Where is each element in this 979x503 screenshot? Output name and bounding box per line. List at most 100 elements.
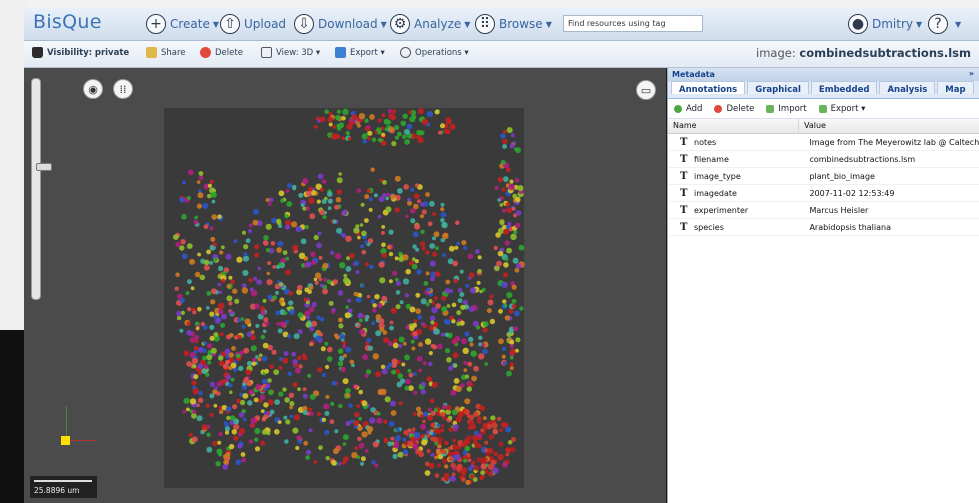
cell-point: [402, 341, 407, 346]
cell-point: [432, 236, 436, 241]
cell-point: [338, 403, 343, 409]
cell-point: [387, 340, 393, 347]
cell-point: [236, 398, 241, 404]
browse-menu-button[interactable]: ⠿ Browse ▼: [475, 12, 552, 36]
add-annotation-button[interactable]: Add: [674, 104, 702, 114]
visibility-toggle[interactable]: Visibility: private: [32, 47, 129, 58]
cell-point: [360, 283, 365, 288]
cell-point: [448, 415, 453, 420]
tab-embedded[interactable]: Embedded: [810, 81, 878, 95]
cell-point: [278, 262, 283, 267]
column-header-value[interactable]: Value: [799, 119, 979, 133]
cell-point: [209, 412, 214, 417]
image-toolbar: Visibility: private Share Delete View: 3…: [24, 41, 979, 68]
upload-button[interactable]: ⇧ Upload: [220, 12, 286, 36]
export-menu[interactable]: Export ▾: [335, 47, 385, 58]
axis-y-indicator: [66, 406, 67, 438]
annotation-row[interactable]: Tnotes Image from The Meyerowitz lab @ C…: [668, 134, 979, 151]
cell-point: [346, 123, 353, 130]
annotation-row[interactable]: Timage_type plant_bio_image: [668, 168, 979, 185]
tab-graphical[interactable]: Graphical: [747, 81, 809, 95]
export-annotation-menu[interactable]: Export ▾: [818, 104, 865, 114]
resource-search-input[interactable]: Find resources using tag: [563, 15, 703, 32]
cell-point: [371, 137, 377, 143]
cell-point: [375, 330, 382, 337]
cell-point: [314, 280, 319, 285]
cell-point: [318, 277, 323, 282]
cell-point: [353, 384, 359, 390]
cell-point: [320, 346, 326, 352]
cell-point: [411, 263, 418, 270]
cell-point: [192, 364, 197, 369]
cell-point: [254, 244, 260, 250]
zoom-slider-handle[interactable]: [36, 163, 52, 171]
cell-point: [388, 421, 395, 427]
cell-point: [422, 361, 427, 366]
cell-point: [508, 184, 515, 191]
cell-scene[interactable]: [24, 68, 666, 503]
cell-point: [347, 136, 352, 141]
user-menu-button[interactable]: ● Dmitry ▼: [848, 12, 922, 36]
cell-point: [466, 386, 472, 392]
annotation-row[interactable]: Tfilename combinedsubtractions.lsm: [668, 151, 979, 168]
cell-point: [257, 357, 262, 362]
image-viewer-3d[interactable]: ◉ ⁞⁞ ▭ 25.8896 um: [24, 68, 666, 503]
column-header-name[interactable]: Name: [668, 119, 799, 133]
cell-point: [457, 411, 464, 418]
help-menu-button[interactable]: ? ▼: [928, 12, 961, 36]
cell-point: [418, 342, 423, 347]
collapse-panel-icon[interactable]: »: [969, 69, 974, 78]
view-mode-menu[interactable]: View: 3D ▾: [261, 47, 320, 58]
cell-point: [240, 317, 245, 321]
cell-point: [292, 427, 299, 434]
cell-point: [361, 249, 367, 255]
operations-menu[interactable]: Operations ▾: [400, 47, 469, 58]
cell-point: [483, 416, 487, 420]
toggle-panel-icon[interactable]: ▭: [636, 80, 656, 100]
delete-button[interactable]: Delete: [200, 47, 243, 58]
eye-icon[interactable]: ◉: [83, 79, 103, 99]
cell-point: [275, 290, 279, 295]
text-type-icon: T: [680, 187, 688, 199]
cell-point: [440, 424, 445, 428]
annotation-row[interactable]: Timagedate 2007-11-02 12:53:49: [668, 185, 979, 202]
tab-map[interactable]: Map: [937, 81, 974, 95]
bisque-logo[interactable]: BisQue: [33, 11, 102, 33]
cell-point: [308, 407, 313, 412]
cell-point: [364, 194, 370, 200]
cell-point: [402, 134, 407, 139]
cell-point: [353, 291, 359, 297]
cell-point: [232, 404, 238, 410]
cell-point: [486, 308, 492, 314]
share-button[interactable]: Share: [146, 47, 186, 58]
cell-point: [292, 244, 299, 251]
analyze-menu-button[interactable]: ⚙ Analyze ▼: [390, 12, 470, 36]
cell-point: [426, 376, 432, 382]
cell-point: [284, 397, 290, 403]
cell-point: [247, 381, 251, 386]
cell-point: [452, 352, 459, 359]
download-menu-button[interactable]: ⇩ Download ▼: [294, 12, 387, 36]
cell-point: [441, 295, 447, 301]
delete-annotation-button[interactable]: Delete: [714, 104, 754, 114]
create-menu-button[interactable]: + Create ▼: [146, 12, 219, 36]
import-annotation-button[interactable]: Import: [766, 104, 807, 114]
cell-point: [515, 210, 522, 216]
cell-point: [452, 260, 458, 267]
cell-point: [441, 457, 448, 464]
cell-point: [195, 326, 200, 331]
zoom-slider[interactable]: [31, 78, 52, 300]
cell-point: [502, 138, 508, 144]
cell-point: [469, 342, 474, 347]
annotation-row[interactable]: Texperimenter Marcus Heisler: [668, 202, 979, 219]
annotation-row[interactable]: Tspecies Arabidopsis thaliana: [668, 219, 979, 236]
tab-analysis[interactable]: Analysis: [879, 81, 936, 95]
cell-point: [411, 427, 416, 432]
cell-point: [380, 230, 385, 235]
cell-point: [379, 277, 386, 284]
cell-point: [225, 253, 232, 260]
channel-settings-icon[interactable]: ⁞⁞: [113, 79, 133, 99]
tab-annotations[interactable]: Annotations: [671, 81, 746, 95]
cell-point: [181, 253, 188, 260]
cell-point: [336, 177, 343, 184]
